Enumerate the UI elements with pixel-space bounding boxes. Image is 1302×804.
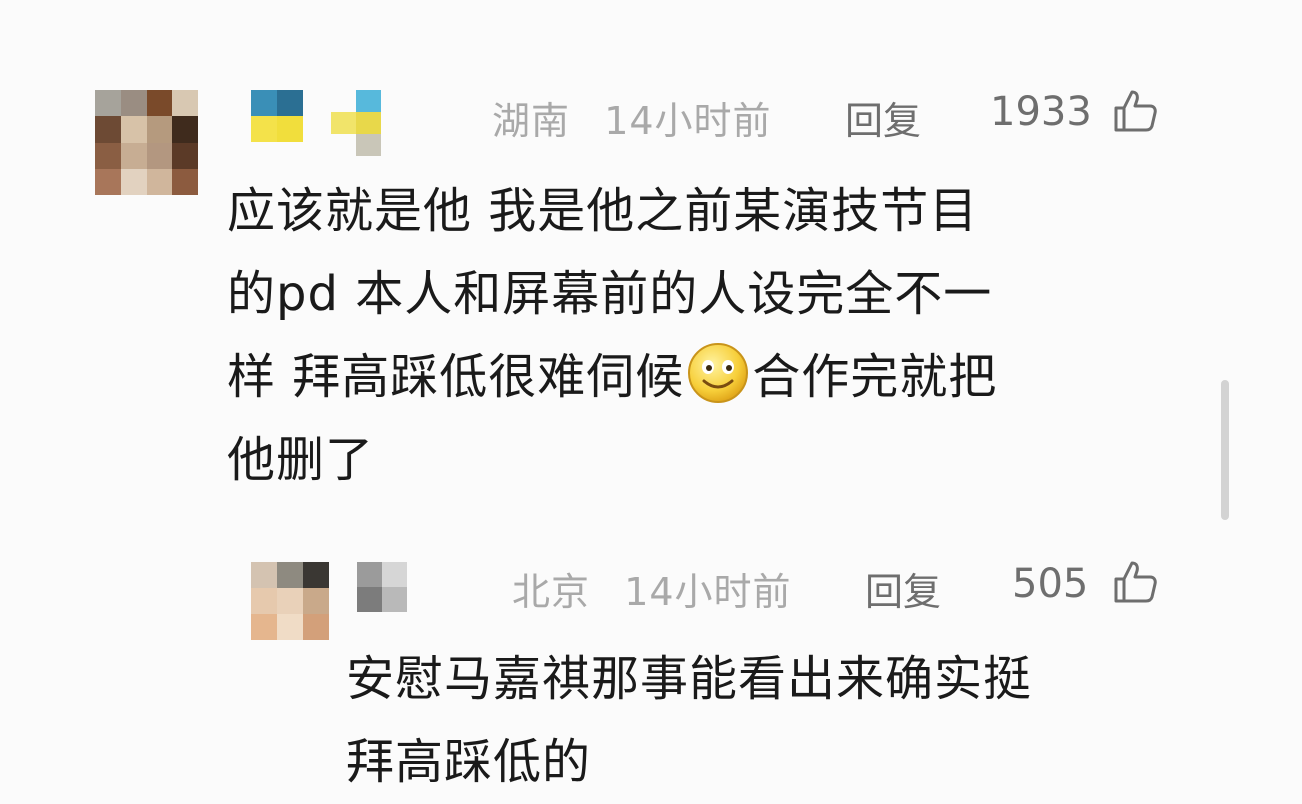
reply-line: 安慰马嘉祺那事能看出来确实挺: [346, 651, 1033, 707]
commenter-name-pixelated[interactable]: [251, 90, 303, 142]
comment-line-with-emoji: 样 拜高踩低很难伺候 合作完就把: [227, 336, 1177, 419]
reply-reply-button[interactable]: 回复: [865, 561, 941, 616]
scrollbar[interactable]: [1221, 380, 1229, 520]
comment-text: 应该就是他 我是他之前某演技节目 的pd 本人和屏幕前的人设完全不一 样 拜高踩…: [227, 170, 1177, 502]
replier-avatar[interactable]: [251, 562, 329, 640]
comment-line: 应该就是他 我是他之前某演技节目: [227, 183, 979, 239]
commenter-avatar[interactable]: [95, 90, 198, 195]
reply-text: 安慰马嘉祺那事能看出来确实挺 拜高踩低的: [346, 638, 1196, 804]
comment-time: 14小时前: [604, 99, 772, 143]
reply-meta: 北京 14小时前: [512, 561, 792, 616]
reply-location: 北京: [512, 570, 591, 614]
reply-line: 拜高踩低的: [346, 734, 592, 790]
like-count: 1933: [990, 89, 1092, 135]
commenter-name-pixelated-2[interactable]: [331, 90, 381, 156]
smiley-face-icon: [688, 343, 749, 403]
replier-name-pixelated[interactable]: [357, 562, 407, 612]
thumbs-up-icon[interactable]: [1112, 88, 1158, 134]
comment-line: 的pd 本人和屏幕前的人设完全不一: [227, 266, 993, 322]
reply-button[interactable]: 回复: [845, 90, 921, 145]
thumbs-up-icon[interactable]: [1112, 559, 1158, 605]
reply-like-count: 505: [1012, 561, 1089, 607]
comment-meta: 湖南 14小时前: [492, 90, 772, 145]
comment-line: 样 拜高踩低很难伺候: [227, 349, 685, 405]
reply-time: 14小时前: [624, 570, 792, 614]
comment-location: 湖南: [492, 99, 571, 143]
comment-line: 他删了: [227, 432, 375, 488]
comment-line: 合作完就把: [752, 349, 998, 405]
